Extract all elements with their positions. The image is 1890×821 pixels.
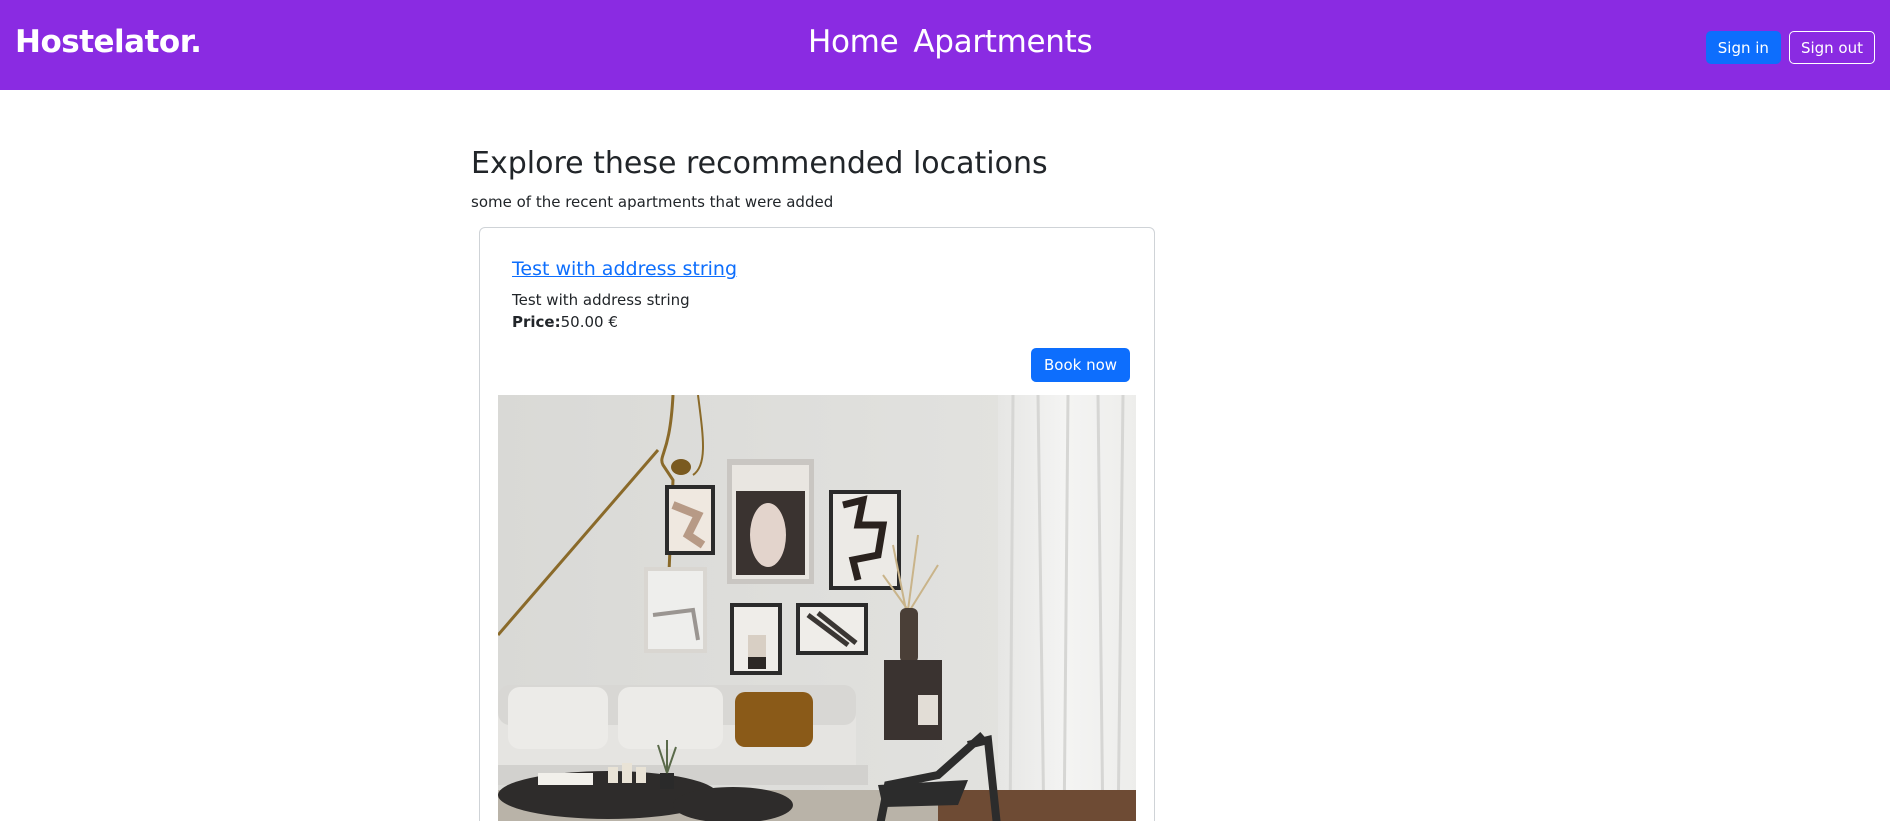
navbar: Hostelator. Home Apartments Sign in Sign… bbox=[0, 0, 1890, 90]
sign-in-button[interactable]: Sign in bbox=[1705, 31, 1781, 64]
nav-link-apartments[interactable]: Apartments bbox=[913, 24, 1092, 60]
sign-out-button[interactable]: Sign out bbox=[1788, 31, 1875, 64]
book-now-button[interactable]: Book now bbox=[1031, 348, 1131, 382]
price-value: 50.00 € bbox=[560, 313, 618, 331]
auth-buttons: Sign in Sign out bbox=[1705, 31, 1875, 64]
apartment-card: Test with address string Test with addre… bbox=[479, 227, 1155, 821]
price-label: Price: bbox=[512, 313, 561, 331]
apartment-description: Test with address string bbox=[512, 291, 690, 309]
page-title: Explore these recommended locations bbox=[471, 146, 1048, 181]
page-subtitle: some of the recent apartments that were … bbox=[471, 193, 834, 211]
living-room-photo bbox=[498, 395, 1136, 821]
brand-logo[interactable]: Hostelator. bbox=[15, 24, 202, 60]
nav-link-home[interactable]: Home bbox=[808, 24, 899, 60]
apartment-price: Price:50.00 € bbox=[512, 313, 618, 331]
nav-links: Home Apartments bbox=[808, 24, 1093, 60]
apartment-title-link[interactable]: Test with address string bbox=[512, 258, 737, 280]
